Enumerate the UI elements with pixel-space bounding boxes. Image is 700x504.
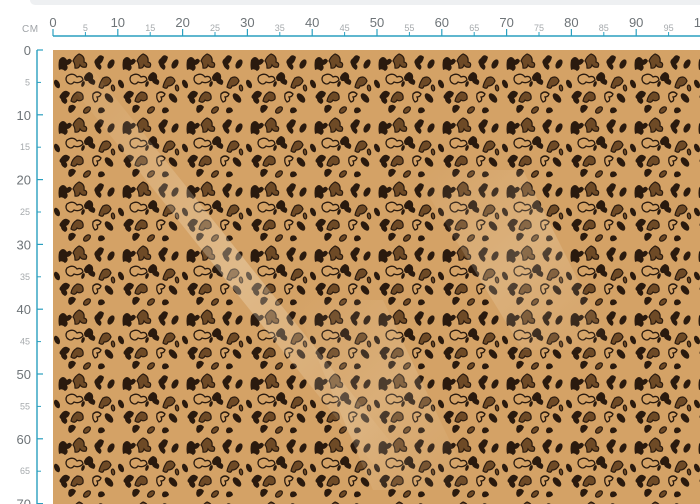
ruler-major-label: 70 (499, 15, 513, 30)
ruler-minor-label: 5 (25, 77, 30, 87)
fabric-swatch (53, 50, 700, 504)
ruler-minor-label: 55 (20, 401, 30, 411)
ruler-major-label: 0 (24, 43, 31, 58)
horizontal-ruler: 0102030405060708090105152535455565758595 (49, 15, 700, 37)
ruler-major-label: 50 (17, 367, 31, 382)
ruler-major-label: 40 (305, 15, 319, 30)
ruler-minor-label: 95 (664, 23, 674, 33)
ruler-major-label: 80 (564, 15, 578, 30)
ruler-minor-label: 65 (469, 23, 479, 33)
ruler-major-label: 30 (240, 15, 254, 30)
ruler-minor-label: 45 (340, 23, 350, 33)
ruler-major-label: 10 (694, 15, 700, 30)
ruler-major-label: 60 (435, 15, 449, 30)
ruler-minor-label: 85 (599, 23, 609, 33)
ruler-minor-label: 45 (20, 337, 30, 347)
ruler-minor-label: 25 (20, 207, 30, 217)
ruler-major-label: 20 (175, 15, 189, 30)
ruler-minor-label: 35 (20, 272, 30, 282)
ruler-major-label: 40 (17, 302, 31, 317)
ruler-major-label: 10 (17, 108, 31, 123)
ruler-minor-label: 75 (534, 23, 544, 33)
vertical-ruler: 0 10 20 30 40 50 60 70 5 15 25 35 45 55 65 (17, 43, 43, 504)
ruler-minor-label: 55 (404, 23, 414, 33)
ruler-major-label: 50 (370, 15, 384, 30)
ruler-major-label: 70 (17, 497, 31, 504)
ruler-minor-label: 65 (20, 466, 30, 476)
ruler-major-label: 90 (629, 15, 643, 30)
ruler-major-label: 10 (111, 15, 125, 30)
ruler-minor-label: 25 (210, 23, 220, 33)
ruler-minor-label: 5 (83, 23, 88, 33)
ruler-minor-label: 35 (275, 23, 285, 33)
ruler-major-label: 60 (17, 432, 31, 447)
ruler-major-label: 30 (17, 237, 31, 252)
ruler-minor-label: 15 (20, 142, 30, 152)
ruler-minor-label: 15 (145, 23, 155, 33)
leaf-pattern (53, 50, 700, 504)
ruler-major-label: 20 (17, 173, 31, 188)
